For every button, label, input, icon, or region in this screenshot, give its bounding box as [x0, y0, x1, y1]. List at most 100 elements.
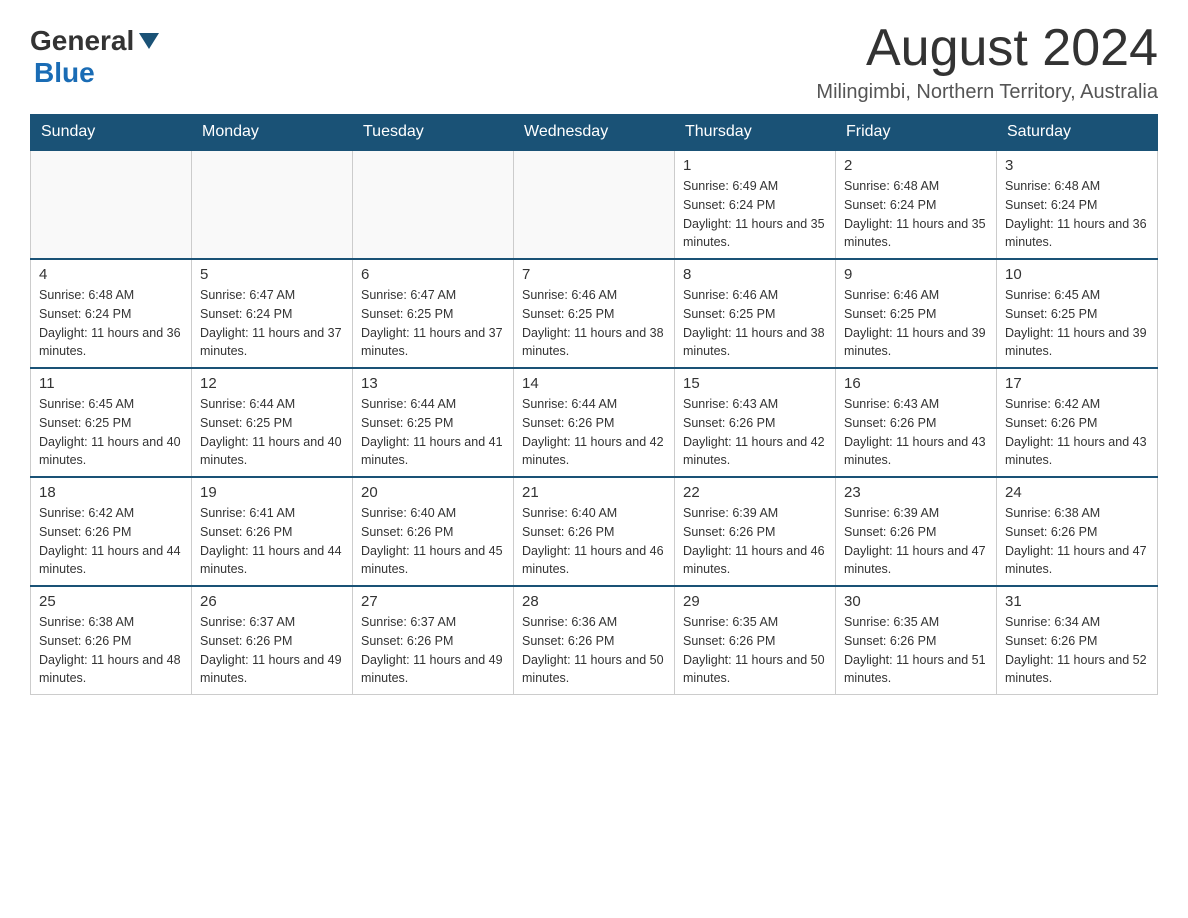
- day-number: 7: [522, 266, 666, 283]
- table-row: 19Sunrise: 6:41 AM Sunset: 6:26 PM Dayli…: [192, 477, 353, 586]
- day-info: Sunrise: 6:43 AM Sunset: 6:26 PM Dayligh…: [844, 395, 988, 470]
- table-row: 9Sunrise: 6:46 AM Sunset: 6:25 PM Daylig…: [836, 259, 997, 368]
- col-tuesday: Tuesday: [353, 115, 514, 151]
- day-info: Sunrise: 6:48 AM Sunset: 6:24 PM Dayligh…: [1005, 177, 1149, 252]
- month-title: August 2024: [816, 20, 1158, 77]
- calendar-header-row: Sunday Monday Tuesday Wednesday Thursday…: [31, 115, 1158, 151]
- location: Milingimbi, Northern Territory, Australi…: [816, 81, 1158, 104]
- day-number: 1: [683, 157, 827, 174]
- table-row: 23 Sunrise: 6:39 AM Sunset: 6:26 PM Dayli…: [836, 477, 997, 586]
- calendar-week-row: 11 Sunrise: 6:45 AM Sunset: 6:25 PM Dayli…: [31, 368, 1158, 477]
- col-monday: Monday: [192, 115, 353, 151]
- day-info: Sunrise: 6:48 AM Sunset: 6:24 PM Dayligh…: [844, 177, 988, 252]
- day-info: Sunrise: 6:41 AM Sunset: 6:26 PM Dayligh…: [200, 504, 344, 579]
- table-row: 8Sunrise: 6:46 AM Sunset: 6:25 PM Daylig…: [675, 259, 836, 368]
- day-info: Sunrise: 6:38 AM Sunset: 6:26 PM Dayligh…: [1005, 504, 1149, 579]
- day-number: 24: [1005, 484, 1149, 501]
- day-info: Sunrise: 6:37 AM Sunset: 6:26 PM Dayligh…: [361, 613, 505, 688]
- table-row: 25 Sunrise: 6:38 AM Sunset: 6:26 PM Dayli…: [31, 586, 192, 695]
- day-number: 11: [39, 375, 183, 392]
- table-row: [353, 150, 514, 259]
- title-area: August 2024 Milingimbi, Northern Territo…: [816, 20, 1158, 104]
- day-info: Sunrise: 6:39 AM Sunset: 6:26 PM Dayligh…: [683, 504, 827, 579]
- table-row: 17Sunrise: 6:42 AM Sunset: 6:26 PM Dayli…: [997, 368, 1158, 477]
- day-number: 16: [844, 375, 988, 392]
- day-number: 25: [39, 593, 183, 610]
- day-number: 13: [361, 375, 505, 392]
- day-info: Sunrise: 6:42 AM Sunset: 6:26 PM Dayligh…: [39, 504, 183, 579]
- day-info: Sunrise: 6:47 AM Sunset: 6:24 PM Dayligh…: [200, 286, 344, 361]
- table-row: 20 Sunrise: 6:40 AM Sunset: 6:26 PM Dayli…: [353, 477, 514, 586]
- col-saturday: Saturday: [997, 115, 1158, 151]
- calendar-week-row: 1 Sunrise: 6:49 AM Sunset: 6:24 PM Daylig…: [31, 150, 1158, 259]
- day-info: Sunrise: 6:34 AM Sunset: 6:26 PM Dayligh…: [1005, 613, 1149, 688]
- col-friday: Friday: [836, 115, 997, 151]
- table-row: 4 Sunrise: 6:48 AM Sunset: 6:24 PM Daylig…: [31, 259, 192, 368]
- col-thursday: Thursday: [675, 115, 836, 151]
- day-number: 28: [522, 593, 666, 610]
- day-info: Sunrise: 6:48 AM Sunset: 6:24 PM Dayligh…: [39, 286, 183, 361]
- table-row: [192, 150, 353, 259]
- table-row: 2 Sunrise: 6:48 AM Sunset: 6:24 PM Daylig…: [836, 150, 997, 259]
- page-header: General Blue August 2024 Milingimbi, Nor…: [30, 20, 1158, 104]
- table-row: 30Sunrise: 6:35 AM Sunset: 6:26 PM Dayli…: [836, 586, 997, 695]
- table-row: 16 Sunrise: 6:43 AM Sunset: 6:26 PM Dayli…: [836, 368, 997, 477]
- day-info: Sunrise: 6:45 AM Sunset: 6:25 PM Dayligh…: [39, 395, 183, 470]
- table-row: 14 Sunrise: 6:44 AM Sunset: 6:26 PM Dayli…: [514, 368, 675, 477]
- calendar-week-row: 18 Sunrise: 6:42 AM Sunset: 6:26 PM Dayli…: [31, 477, 1158, 586]
- calendar-week-row: 4 Sunrise: 6:48 AM Sunset: 6:24 PM Daylig…: [31, 259, 1158, 368]
- day-info: Sunrise: 6:44 AM Sunset: 6:25 PM Dayligh…: [200, 395, 344, 470]
- table-row: 28 Sunrise: 6:36 AM Sunset: 6:26 PM Dayli…: [514, 586, 675, 695]
- table-row: 3 Sunrise: 6:48 AM Sunset: 6:24 PM Daylig…: [997, 150, 1158, 259]
- day-number: 21: [522, 484, 666, 501]
- logo: General Blue: [30, 20, 164, 89]
- day-number: 2: [844, 157, 988, 174]
- day-info: Sunrise: 6:36 AM Sunset: 6:26 PM Dayligh…: [522, 613, 666, 688]
- calendar-table: Sunday Monday Tuesday Wednesday Thursday…: [30, 114, 1158, 695]
- table-row: 26 Sunrise: 6:37 AM Sunset: 6:26 PM Dayli…: [192, 586, 353, 695]
- day-number: 18: [39, 484, 183, 501]
- table-row: 21 Sunrise: 6:40 AM Sunset: 6:26 PM Dayli…: [514, 477, 675, 586]
- day-number: 4: [39, 266, 183, 283]
- day-info: Sunrise: 6:49 AM Sunset: 6:24 PM Dayligh…: [683, 177, 827, 252]
- table-row: 24 Sunrise: 6:38 AM Sunset: 6:26 PM Dayli…: [997, 477, 1158, 586]
- logo-triangle-icon: [135, 27, 163, 55]
- day-number: 26: [200, 593, 344, 610]
- table-row: 1 Sunrise: 6:49 AM Sunset: 6:24 PM Daylig…: [675, 150, 836, 259]
- table-row: [31, 150, 192, 259]
- table-row: 11 Sunrise: 6:45 AM Sunset: 6:25 PM Dayli…: [31, 368, 192, 477]
- day-number: 12: [200, 375, 344, 392]
- table-row: 27 Sunrise: 6:37 AM Sunset: 6:26 PM Dayli…: [353, 586, 514, 695]
- day-info: Sunrise: 6:44 AM Sunset: 6:25 PM Dayligh…: [361, 395, 505, 470]
- table-row: 22 Sunrise: 6:39 AM Sunset: 6:26 PM Dayli…: [675, 477, 836, 586]
- day-number: 23: [844, 484, 988, 501]
- table-row: 31 Sunrise: 6:34 AM Sunset: 6:26 PM Dayli…: [997, 586, 1158, 695]
- day-number: 20: [361, 484, 505, 501]
- day-info: Sunrise: 6:42 AM Sunset: 6:26 PM Dayligh…: [1005, 395, 1149, 470]
- day-info: Sunrise: 6:40 AM Sunset: 6:26 PM Dayligh…: [361, 504, 505, 579]
- day-info: Sunrise: 6:40 AM Sunset: 6:26 PM Dayligh…: [522, 504, 666, 579]
- table-row: 10Sunrise: 6:45 AM Sunset: 6:25 PM Dayli…: [997, 259, 1158, 368]
- day-number: 3: [1005, 157, 1149, 174]
- day-number: 15: [683, 375, 827, 392]
- day-number: 30: [844, 593, 988, 610]
- day-info: Sunrise: 6:45 AM Sunset: 6:25 PM Dayligh…: [1005, 286, 1149, 361]
- day-number: 31: [1005, 593, 1149, 610]
- day-number: 22: [683, 484, 827, 501]
- table-row: 13 Sunrise: 6:44 AM Sunset: 6:25 PM Dayli…: [353, 368, 514, 477]
- day-number: 8: [683, 266, 827, 283]
- table-row: 12 Sunrise: 6:44 AM Sunset: 6:25 PM Dayli…: [192, 368, 353, 477]
- day-info: Sunrise: 6:44 AM Sunset: 6:26 PM Dayligh…: [522, 395, 666, 470]
- calendar-week-row: 25 Sunrise: 6:38 AM Sunset: 6:26 PM Dayli…: [31, 586, 1158, 695]
- table-row: [514, 150, 675, 259]
- day-info: Sunrise: 6:37 AM Sunset: 6:26 PM Dayligh…: [200, 613, 344, 688]
- day-number: 9: [844, 266, 988, 283]
- day-info: Sunrise: 6:38 AM Sunset: 6:26 PM Dayligh…: [39, 613, 183, 688]
- day-number: 27: [361, 593, 505, 610]
- table-row: 18 Sunrise: 6:42 AM Sunset: 6:26 PM Dayli…: [31, 477, 192, 586]
- table-row: 5Sunrise: 6:47 AM Sunset: 6:24 PM Daylig…: [192, 259, 353, 368]
- table-row: 15Sunrise: 6:43 AM Sunset: 6:26 PM Dayli…: [675, 368, 836, 477]
- day-info: Sunrise: 6:39 AM Sunset: 6:26 PM Dayligh…: [844, 504, 988, 579]
- day-number: 14: [522, 375, 666, 392]
- day-number: 6: [361, 266, 505, 283]
